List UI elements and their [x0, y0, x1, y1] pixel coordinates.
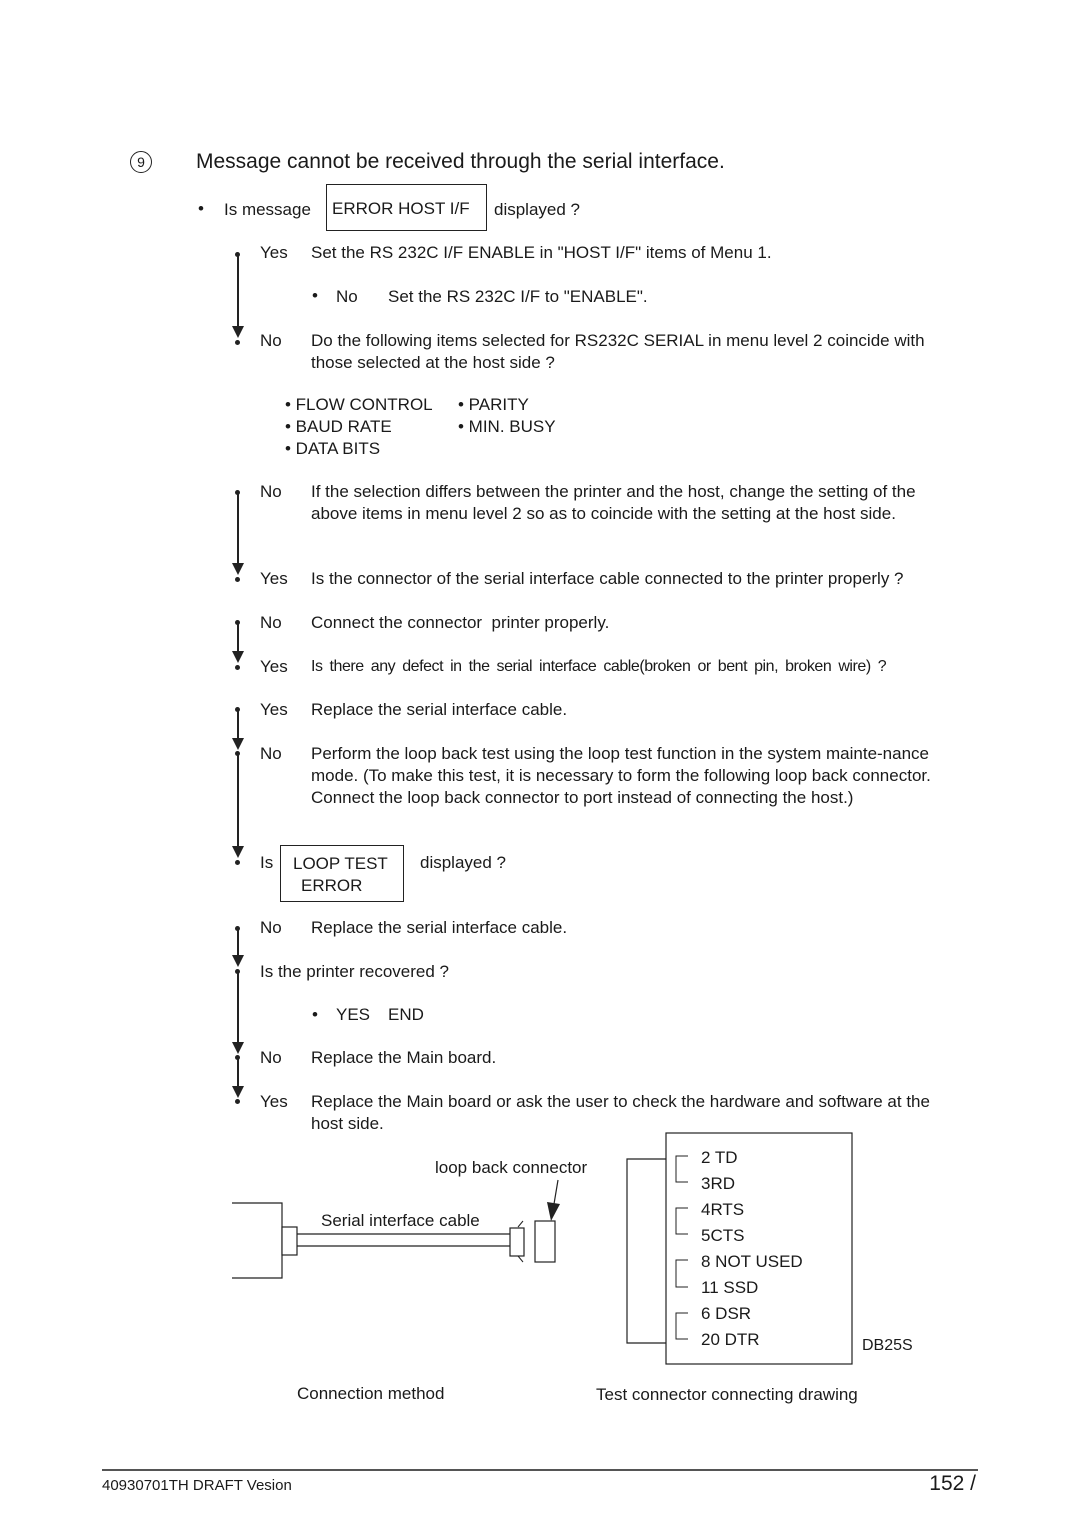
pin-label: 6 DSR — [701, 1304, 752, 1323]
pin-label: 8 NOT USED — [701, 1252, 803, 1271]
page-number: 152 / — [929, 1472, 976, 1495]
connection-method-caption: Connection method — [297, 1384, 445, 1403]
footer-doc-id: 40930701TH DRAFT Vesion — [102, 1477, 292, 1494]
pin-label: 2 TD — [701, 1148, 738, 1167]
test-connector-caption: Test connector connecting drawing — [596, 1385, 858, 1404]
pointer-arrowhead — [547, 1202, 560, 1221]
connector-side-outline — [626, 1158, 666, 1344]
pin-label: 4RTS — [701, 1200, 745, 1219]
loop-back-connector — [534, 1220, 556, 1263]
jumper-bracket — [675, 1312, 688, 1340]
connector-tick — [517, 1220, 524, 1228]
connection-diagram-lines — [232, 1132, 853, 1365]
cable-end-connector — [509, 1227, 525, 1257]
connector-tick — [517, 1255, 524, 1263]
printer-outline — [232, 1202, 283, 1279]
pin-label: 5CTS — [701, 1226, 745, 1245]
jumper-bracket — [675, 1207, 688, 1235]
db25s-label: DB25S — [862, 1337, 913, 1354]
jumper-bracket — [675, 1155, 688, 1183]
pin-label: 20 DTR — [701, 1330, 760, 1349]
jumper-bracket — [675, 1259, 688, 1288]
serial-cable-label: Serial interface cable — [321, 1211, 480, 1230]
printer-plug — [281, 1226, 298, 1256]
pin-label: 3RD — [701, 1174, 736, 1193]
pin-label: 11 SSD — [701, 1278, 759, 1297]
loop-back-connector-label: loop back connector — [435, 1158, 588, 1177]
footer-divider — [102, 1469, 978, 1471]
